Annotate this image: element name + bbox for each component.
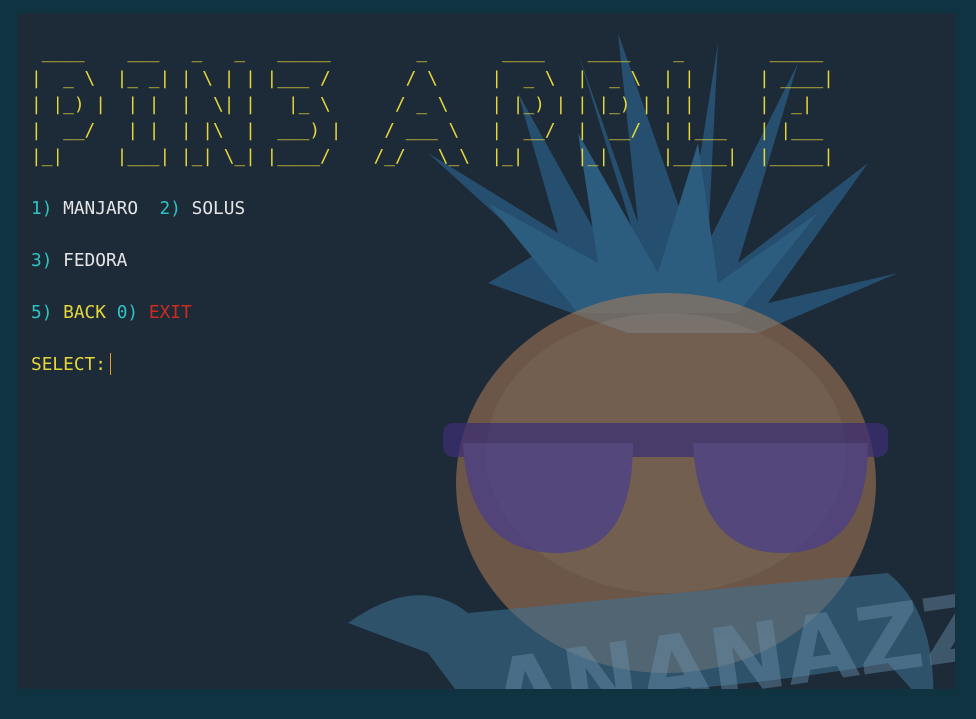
sunglasses bbox=[443, 423, 888, 553]
option-number: 1) bbox=[31, 198, 53, 219]
ribbon-text: ANANAZZ bbox=[485, 572, 955, 689]
terminal-content: ____ ___ _ _ _____ _ ____ ____ _ _____ |… bbox=[31, 40, 834, 378]
banner-line: | |_) | | | | \| | |_ \ / _ \ | |_) | | … bbox=[31, 94, 813, 115]
option-number: 3) bbox=[31, 250, 53, 271]
option-number: 5) bbox=[31, 302, 53, 323]
option-manjaro[interactable]: MANJARO bbox=[63, 198, 138, 219]
text-cursor bbox=[109, 353, 111, 375]
select-prompt: SELECT: bbox=[31, 352, 834, 378]
option-number: 0) bbox=[116, 302, 139, 323]
option-back[interactable]: BACK bbox=[63, 302, 106, 323]
option-exit[interactable]: EXIT bbox=[149, 302, 192, 323]
ribbon-banner bbox=[348, 573, 934, 689]
banner-line: |_| |___| |_| \_| |____/ /_/ \_\ |_| |_|… bbox=[31, 146, 834, 167]
menu-row: 3) FEDORA bbox=[31, 248, 834, 274]
menu-row: 1) MANJARO 2) SOLUS bbox=[31, 196, 834, 222]
banner-line: ____ ___ _ _ _____ _ ____ ____ _ _____ bbox=[31, 42, 824, 63]
prompt-label: SELECT: bbox=[31, 354, 106, 375]
banner-line: | __/ | | | |\ | ___) | / ___ \ | __/ | … bbox=[31, 120, 824, 141]
option-fedora[interactable]: FEDORA bbox=[63, 250, 127, 271]
banner-line: | _ \ |_ _| | \ | | |___ / / \ | _ \ | _… bbox=[31, 68, 834, 89]
ascii-banner: ____ ___ _ _ _____ _ ____ ____ _ _____ |… bbox=[31, 40, 834, 170]
option-number: 2) bbox=[159, 198, 181, 219]
menu-row: 5) BACK 0) EXIT bbox=[31, 300, 834, 326]
option-solus[interactable]: SOLUS bbox=[192, 198, 246, 219]
